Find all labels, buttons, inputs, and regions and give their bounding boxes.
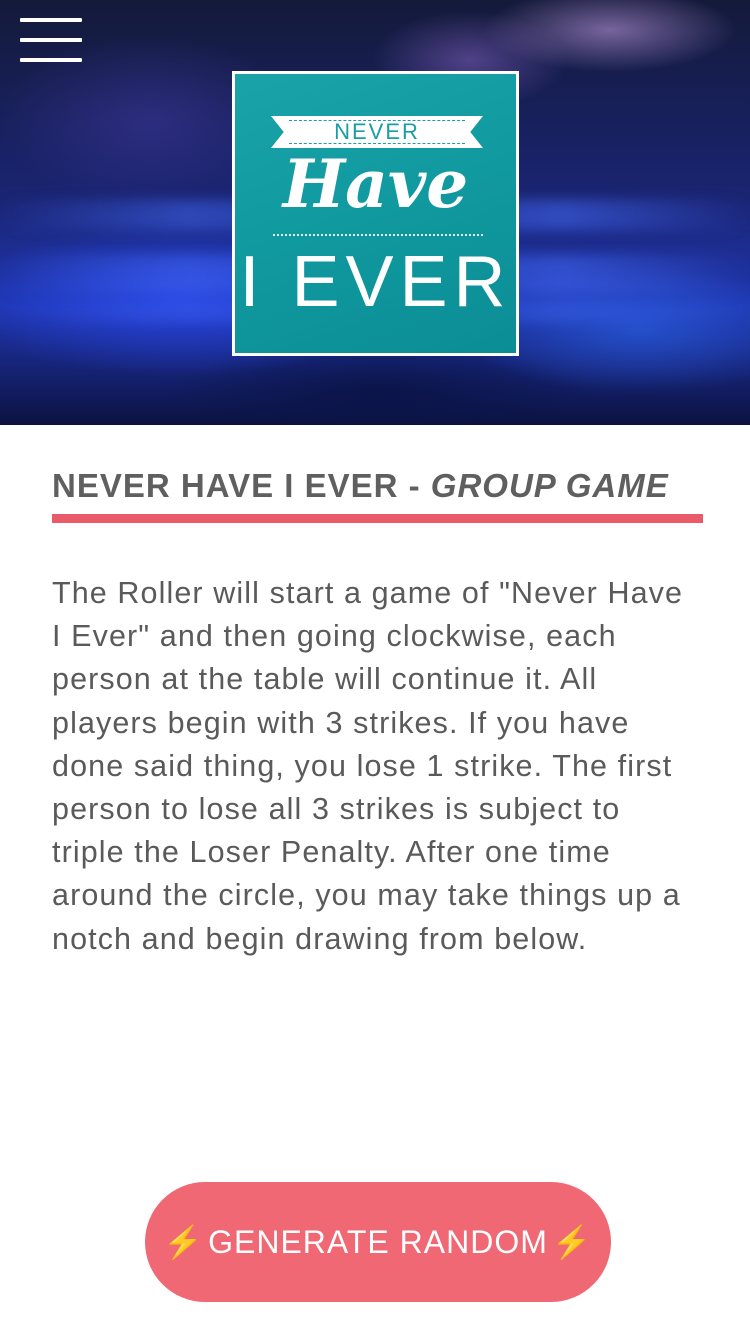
game-logo: NEVER Have I EVER	[232, 71, 519, 356]
game-title-main: NEVER HAVE I EVER -	[52, 467, 431, 504]
logo-divider	[273, 234, 483, 236]
logo-text-i-ever: I EVER	[239, 242, 512, 322]
game-description: The Roller will start a game of "Never H…	[52, 576, 684, 956]
logo-text-have: Have	[282, 145, 469, 223]
hamburger-menu-icon[interactable]	[20, 18, 84, 66]
title-underline	[52, 514, 703, 523]
hero-banner: NEVER Have I EVER	[0, 0, 750, 425]
generate-random-label: GENERATE RANDOM	[208, 1223, 548, 1260]
game-title-subtitle: GROUP GAME	[430, 467, 669, 504]
generate-random-button[interactable]: ⚡ GENERATE RANDOM ⚡	[145, 1182, 611, 1302]
lightning-bolt-icon: ⚡	[163, 1224, 205, 1260]
lightning-bolt-icon: ⚡	[551, 1224, 593, 1260]
game-title: NEVER HAVE I EVER - GROUP GAME	[52, 466, 669, 506]
